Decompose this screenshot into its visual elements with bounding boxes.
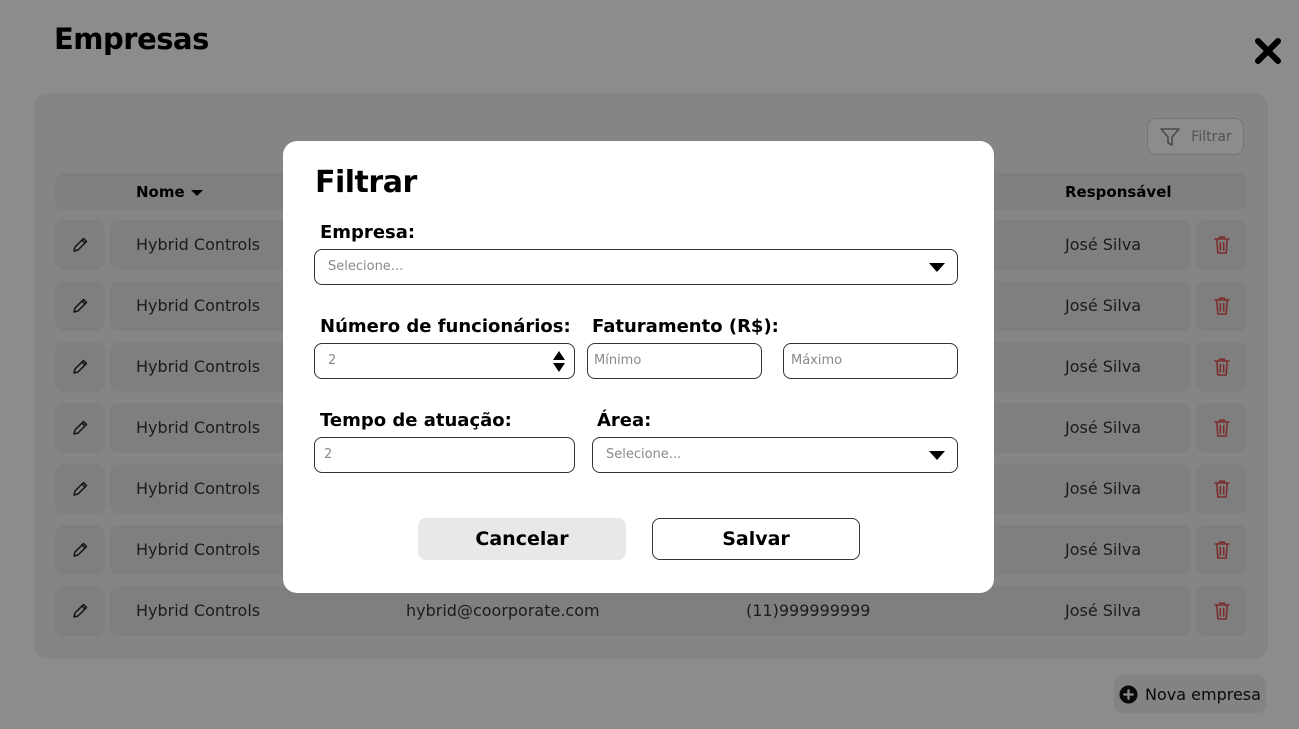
modal-title: Filtrar	[315, 165, 417, 200]
stepper-arrows-icon[interactable]	[553, 351, 565, 373]
revenue-max-input[interactable]: Máximo	[783, 343, 958, 379]
chevron-down-icon	[929, 451, 945, 460]
company-select-placeholder: Selecione...	[328, 259, 404, 274]
employees-value: 2	[328, 353, 337, 368]
tenure-value: 2	[324, 447, 333, 462]
cancel-button[interactable]: Cancelar	[418, 518, 626, 560]
save-button[interactable]: Salvar	[652, 518, 860, 560]
area-select-placeholder: Selecione...	[606, 447, 682, 462]
company-select[interactable]: Selecione...	[314, 249, 958, 285]
tenure-input[interactable]: 2	[314, 437, 575, 473]
area-select[interactable]: Selecione...	[592, 437, 958, 473]
revenue-max-placeholder: Máximo	[791, 353, 843, 368]
revenue-min-input[interactable]: Mínimo	[587, 343, 762, 379]
company-label: Empresa:	[320, 222, 416, 243]
area-label: Área:	[597, 410, 652, 431]
filter-modal: Filtrar Empresa: Selecione... Número de …	[283, 141, 994, 593]
tenure-label: Tempo de atuação:	[320, 410, 512, 431]
revenue-min-placeholder: Mínimo	[594, 353, 642, 368]
employees-stepper[interactable]: 2	[314, 343, 575, 379]
chevron-down-icon	[929, 263, 945, 272]
employees-label: Número de funcionários:	[320, 316, 571, 337]
revenue-label: Faturamento (R$):	[592, 316, 779, 337]
